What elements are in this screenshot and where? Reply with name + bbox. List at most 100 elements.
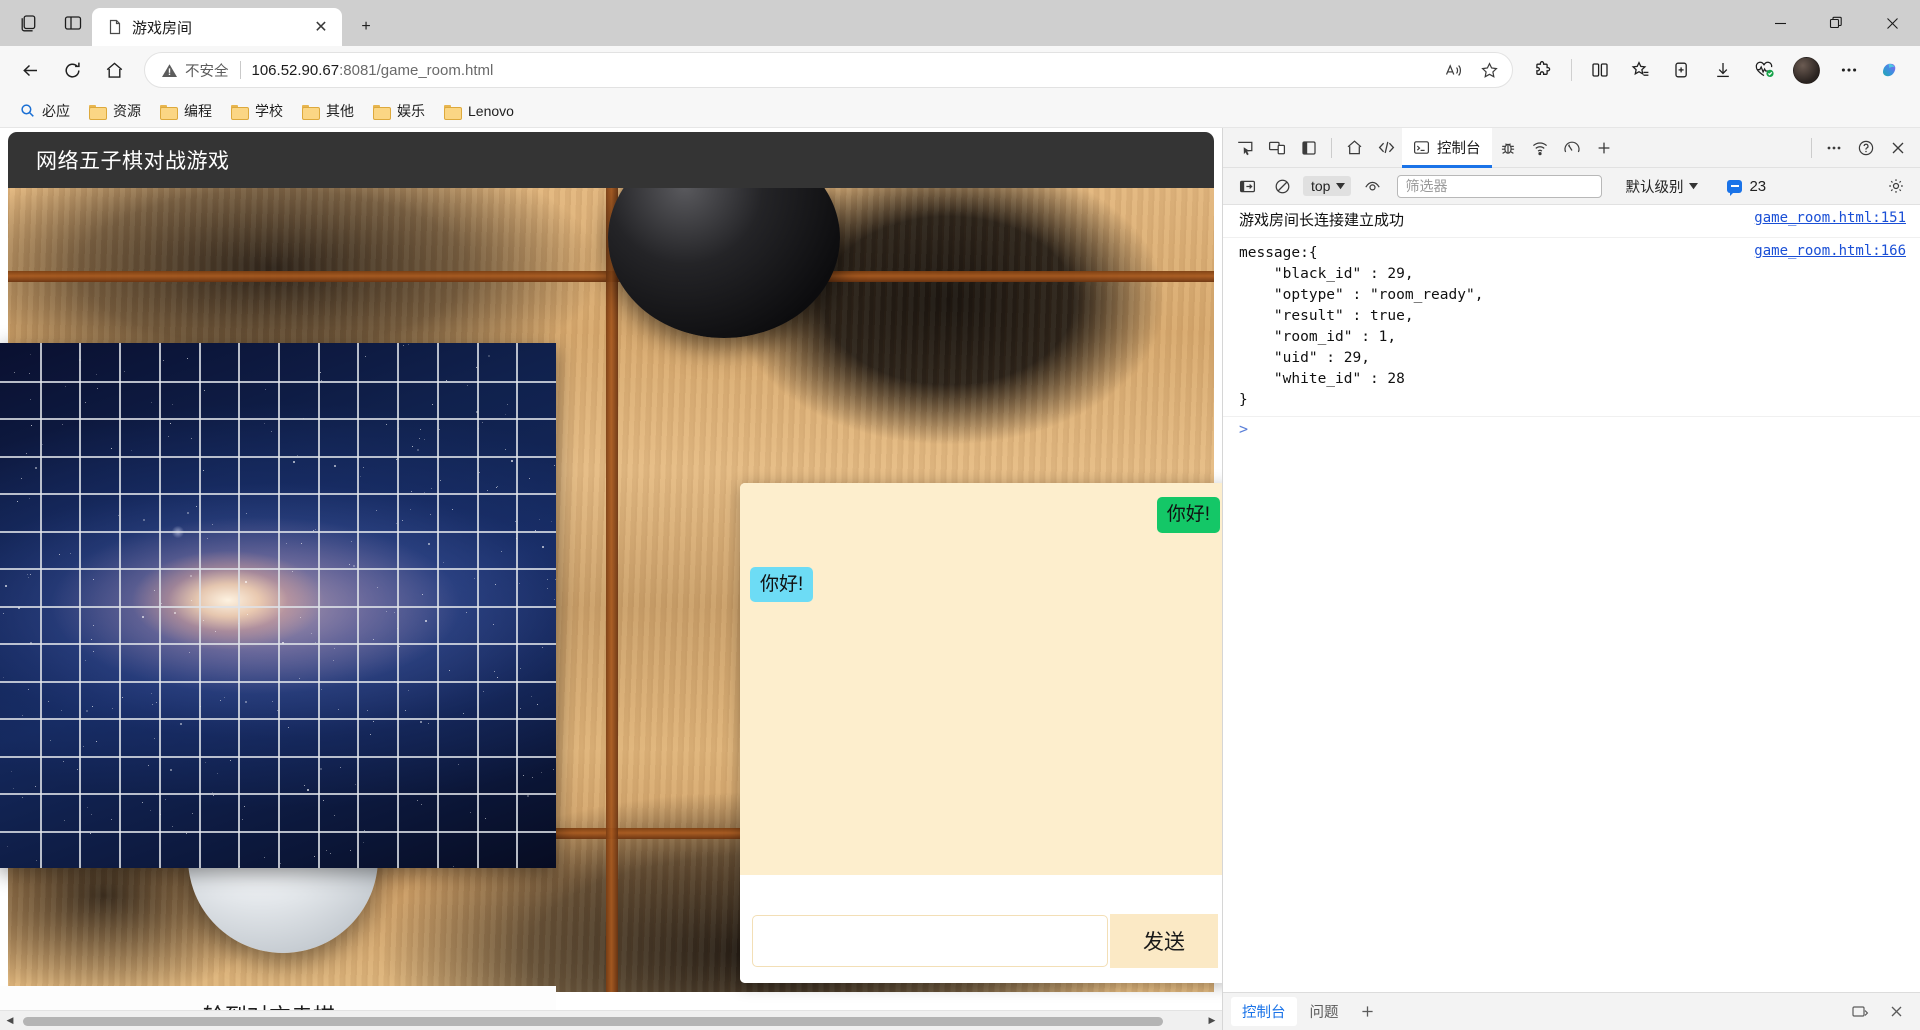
- address-bar[interactable]: 不安全 106.52.90.67:8081/game_room.html: [144, 52, 1513, 88]
- console-message-source[interactable]: game_room.html:151: [1754, 210, 1906, 226]
- collections-icon[interactable]: [1621, 51, 1661, 89]
- add-to-collection-icon[interactable]: [1662, 51, 1702, 89]
- inspect-element-icon[interactable]: [1229, 133, 1261, 163]
- send-button[interactable]: 发送: [1110, 914, 1218, 968]
- profile-avatar[interactable]: [1793, 56, 1820, 84]
- execution-context-select[interactable]: top: [1303, 176, 1352, 196]
- tabstrip-left-buttons: [0, 0, 92, 46]
- home-icon[interactable]: [1338, 133, 1370, 163]
- page-horizontal-scrollbar[interactable]: ◀ ▶: [0, 1010, 1222, 1030]
- sidebar-toggle-icon[interactable]: [1231, 171, 1263, 201]
- bookmark-lenovo[interactable]: Lenovo: [436, 99, 522, 123]
- console-prompt-input[interactable]: [1256, 420, 1904, 437]
- console-prompt[interactable]: >: [1223, 417, 1920, 441]
- page-content: 网络五子棋对战游戏 轮到对方走棋...: [0, 128, 1222, 1010]
- downloads-icon[interactable]: [1703, 51, 1743, 89]
- minimize-button[interactable]: [1752, 0, 1808, 46]
- game-status-bar: 轮到对方走棋...: [0, 986, 556, 1010]
- bookmark-label: 编程: [184, 102, 212, 119]
- clear-console-icon[interactable]: [1266, 171, 1298, 201]
- scrollbar-thumb[interactable]: [23, 1016, 1163, 1026]
- scroll-right-arrow[interactable]: ▶: [1202, 1015, 1222, 1026]
- bookmark-programming[interactable]: 编程: [152, 97, 220, 125]
- panel-layout-icon[interactable]: [1293, 133, 1325, 163]
- copilot-icon[interactable]: [1870, 51, 1910, 89]
- bookmark-entertainment[interactable]: 娱乐: [365, 97, 433, 125]
- bookmark-bing[interactable]: 必应: [12, 97, 78, 125]
- extensions-icon[interactable]: [1523, 51, 1563, 89]
- bookmarks-bar: 必应 资源 编程 学校 其他 娱乐 Lenovo: [0, 94, 1920, 128]
- tab-console[interactable]: 控制台: [1402, 127, 1492, 168]
- chevron-down-icon: [1689, 182, 1699, 190]
- devtools-toolbar-right: [1805, 133, 1914, 163]
- drawer-close-icon[interactable]: [1880, 997, 1912, 1027]
- bookmark-label: 其他: [326, 102, 354, 119]
- split-pane-icon[interactable]: [54, 6, 92, 40]
- reload-icon[interactable]: [52, 51, 92, 89]
- home-icon[interactable]: [94, 51, 134, 89]
- grid-line-vertical: [159, 343, 161, 868]
- bookmark-other[interactable]: 其他: [294, 97, 362, 125]
- browser-window: 游戏房间 ✕ + 不安全 106.52.90.67:8081/game_room…: [0, 0, 1920, 1030]
- web-page: 网络五子棋对战游戏 轮到对方走棋...: [0, 128, 1222, 1030]
- back-icon[interactable]: [10, 51, 50, 89]
- chat-message-row: 你好!: [750, 566, 1220, 603]
- board-grid: [0, 343, 556, 868]
- close-devtools-icon[interactable]: [1882, 133, 1914, 163]
- maximize-restore-button[interactable]: [1808, 0, 1864, 46]
- chat-input[interactable]: [752, 915, 1108, 967]
- console-message[interactable]: 游戏房间长连接建立成功 game_room.html:151: [1223, 205, 1920, 238]
- bookmark-resources[interactable]: 资源: [81, 97, 149, 125]
- more-options-icon[interactable]: [1829, 51, 1869, 89]
- log-level-select[interactable]: 默认级别: [1619, 174, 1704, 199]
- scroll-left-arrow[interactable]: ◀: [0, 1015, 20, 1026]
- read-aloud-icon[interactable]: [1436, 55, 1470, 85]
- bookmark-label: 娱乐: [397, 102, 425, 119]
- gear-icon[interactable]: [1880, 171, 1912, 201]
- bug-icon[interactable]: [1492, 133, 1524, 163]
- drawer-tab-issues[interactable]: 问题: [1299, 997, 1350, 1026]
- folder-icon: [89, 104, 107, 120]
- grid-line-vertical: [79, 343, 81, 868]
- grid-line-vertical: [40, 343, 42, 868]
- folder-icon: [302, 104, 320, 120]
- live-expression-icon[interactable]: [1356, 171, 1388, 201]
- chat-bubble-other: 你好!: [750, 566, 814, 603]
- help-icon[interactable]: [1850, 133, 1882, 163]
- more-options-icon[interactable]: [1818, 133, 1850, 163]
- browser-essentials-icon[interactable]: [1744, 51, 1784, 89]
- elements-icon[interactable]: [1370, 133, 1402, 163]
- favorite-star-icon[interactable]: [1472, 55, 1506, 85]
- performance-icon[interactable]: [1556, 133, 1588, 163]
- drawer-tab-console[interactable]: 控制台: [1231, 997, 1297, 1026]
- console-message[interactable]: message:{ "black_id" : 29, "optype" : "r…: [1223, 238, 1920, 417]
- close-window-button[interactable]: [1864, 0, 1920, 46]
- folder-icon: [160, 104, 178, 120]
- network-icon[interactable]: [1524, 133, 1556, 163]
- tab-search-icon[interactable]: [10, 6, 48, 40]
- navigation-toolbar: 不安全 106.52.90.67:8081/game_room.html: [0, 46, 1920, 94]
- tab-close-icon[interactable]: ✕: [308, 14, 334, 40]
- add-drawer-tab-icon[interactable]: [1352, 997, 1384, 1027]
- browser-tab-game-room[interactable]: 游戏房间 ✕: [92, 8, 342, 46]
- console-message-source[interactable]: game_room.html:166: [1754, 243, 1906, 259]
- chess-board-canvas[interactable]: [0, 343, 556, 868]
- console-filter-input[interactable]: [1397, 174, 1603, 198]
- bookmark-label: 学校: [255, 102, 283, 119]
- message-count[interactable]: 23: [1727, 178, 1766, 196]
- drawer-dock-icon[interactable]: [1844, 997, 1876, 1027]
- chess-board[interactable]: [0, 343, 556, 868]
- console-message-text: message:{ "black_id" : 29, "optype" : "r…: [1239, 244, 1484, 408]
- split-screen-icon[interactable]: [1580, 51, 1620, 89]
- add-panel-icon[interactable]: [1588, 133, 1620, 163]
- device-toolbar-icon[interactable]: [1261, 133, 1293, 163]
- console-output[interactable]: 游戏房间长连接建立成功 game_room.html:151 message:{…: [1223, 205, 1920, 992]
- new-tab-button[interactable]: +: [349, 10, 383, 44]
- not-secure-warning-icon: [161, 62, 178, 79]
- message-bubble-icon: [1727, 179, 1743, 196]
- scrollbar-track[interactable]: [20, 1011, 1202, 1030]
- devtools-drawer: 控制台 问题: [1223, 992, 1920, 1030]
- bookmark-school[interactable]: 学校: [223, 97, 291, 125]
- tab-console-label: 控制台: [1437, 141, 1481, 157]
- grid-line-vertical: [199, 343, 201, 868]
